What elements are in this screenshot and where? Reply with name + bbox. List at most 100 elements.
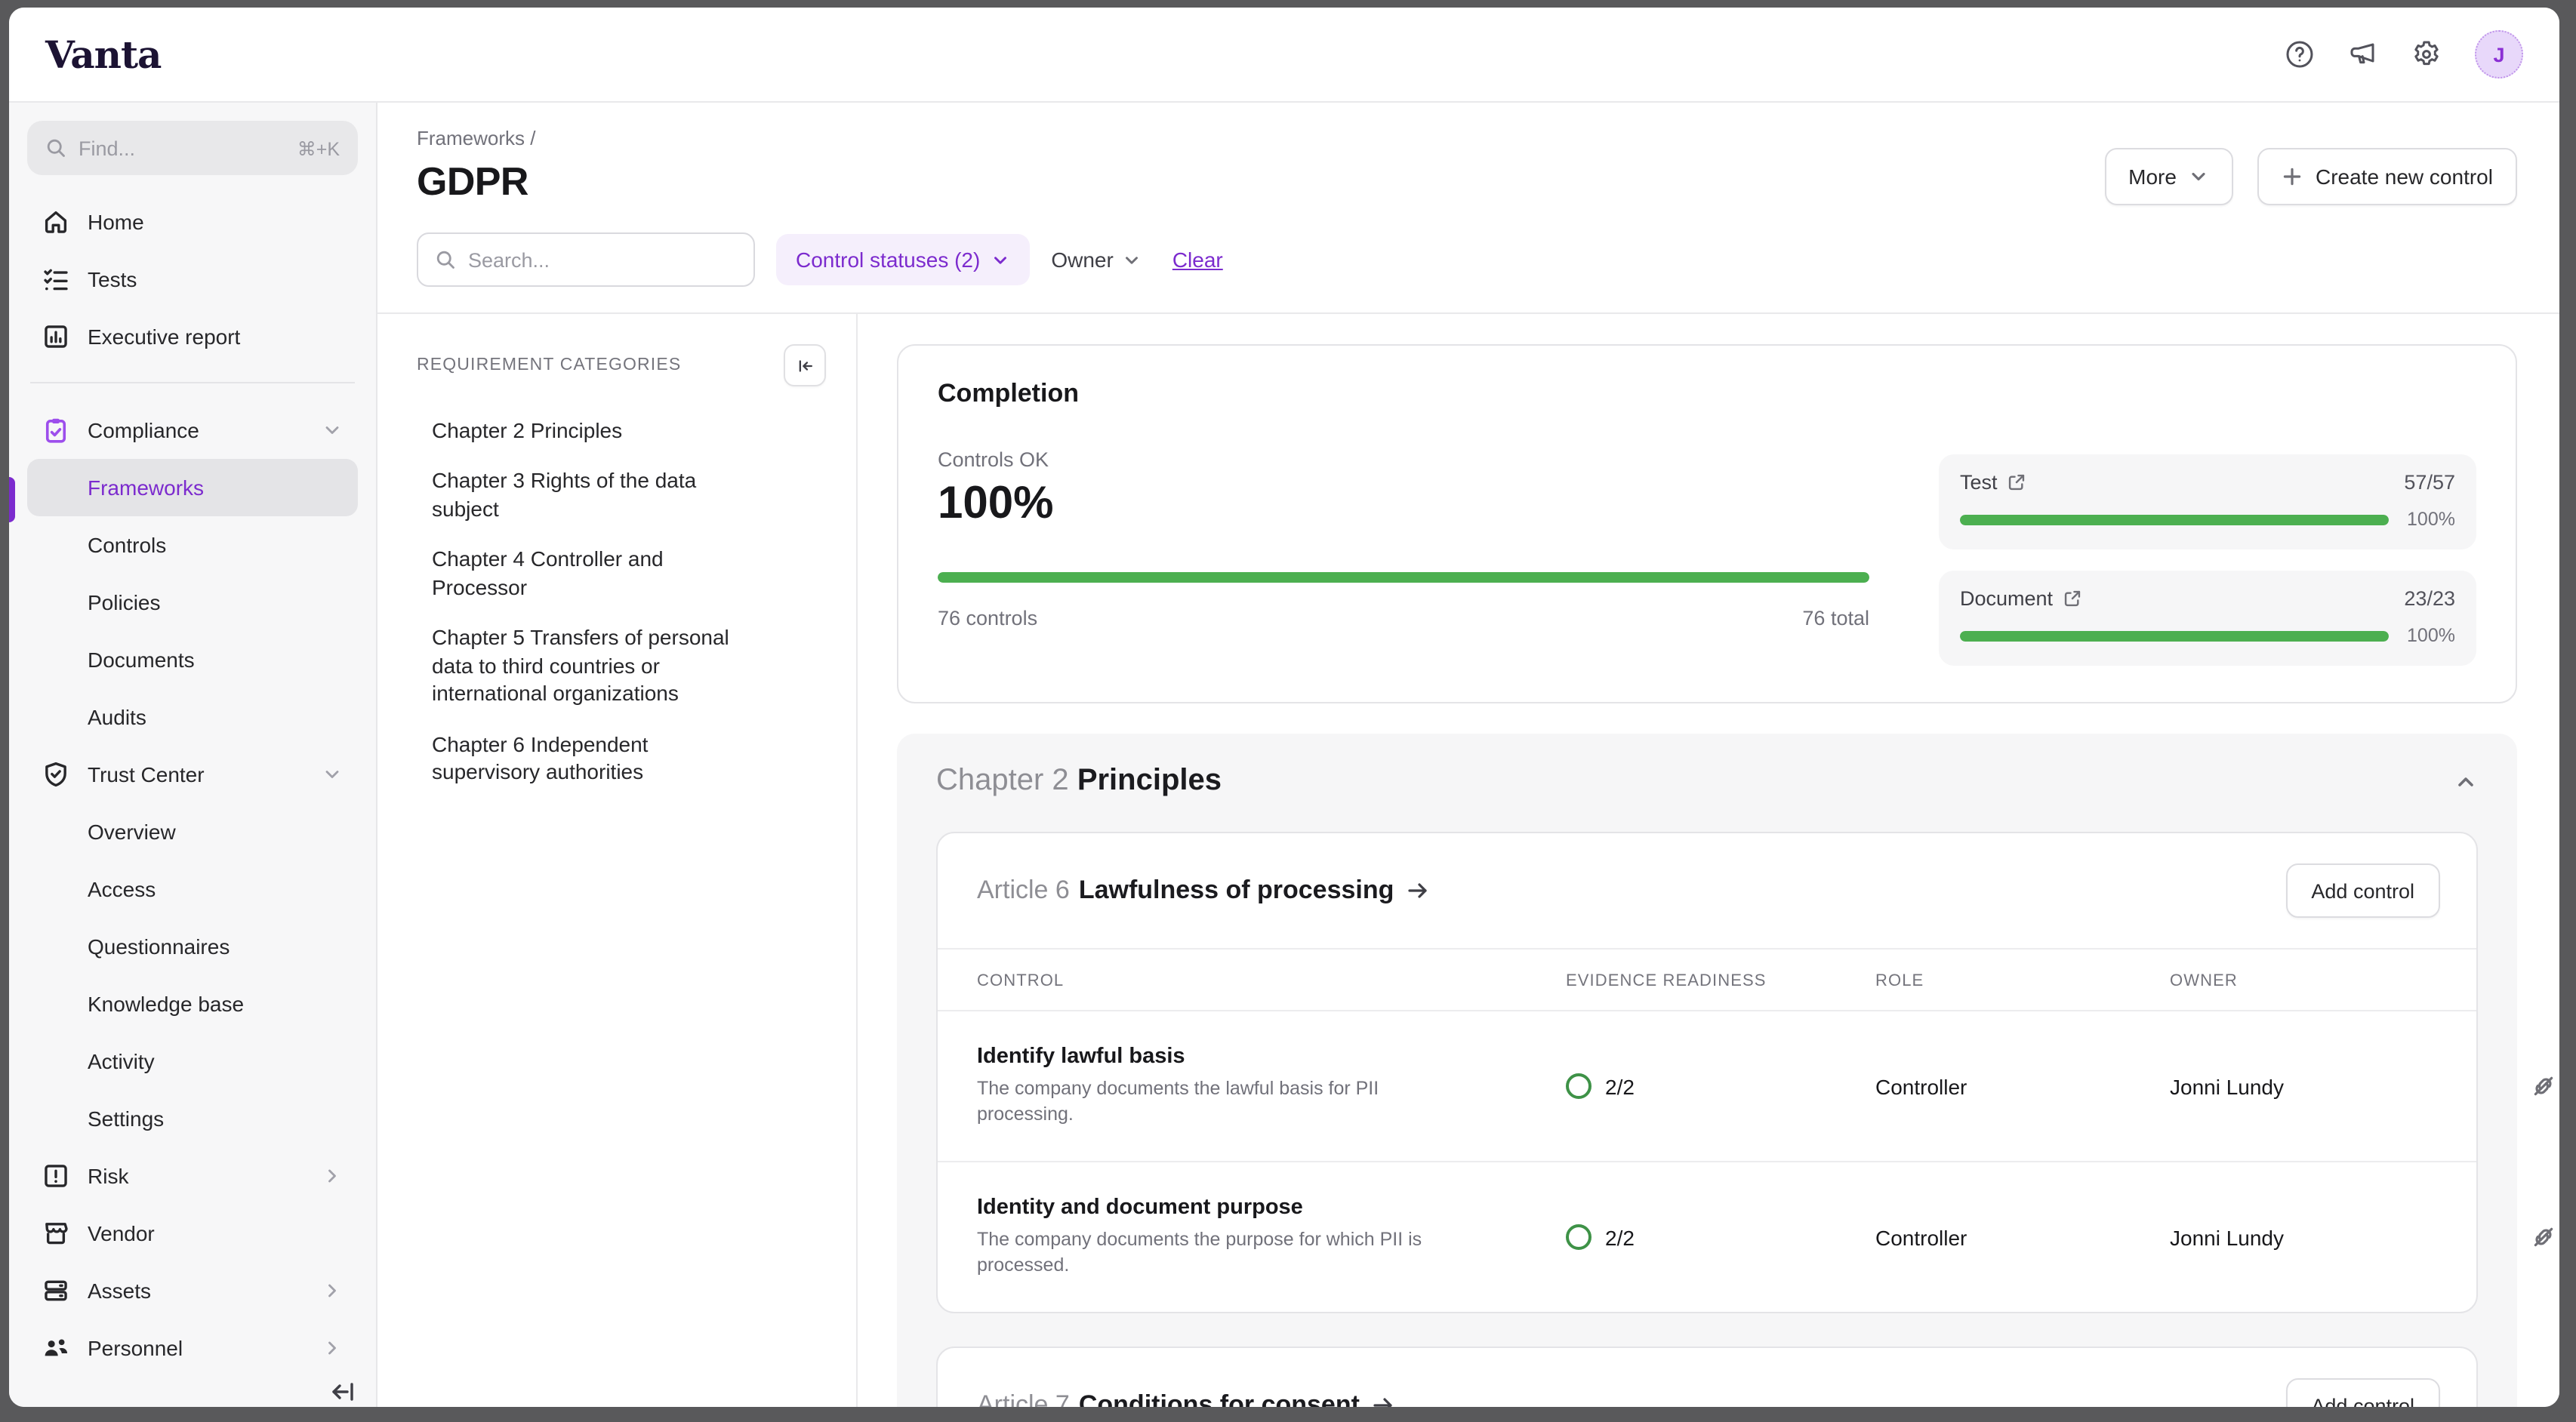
add-control-button[interactable]: Add control	[2285, 863, 2440, 918]
framework-detail-panel: Completion Controls OK 100% 76 controls …	[858, 314, 2559, 1407]
sidebar-item-frameworks[interactable]: Frameworks	[27, 459, 358, 516]
sidebar-item-compliance[interactable]: Compliance	[27, 402, 358, 459]
breadcrumb[interactable]: Frameworks /	[417, 127, 536, 149]
sidebar-item-access[interactable]: Access	[27, 860, 358, 918]
search-placeholder: Search...	[468, 248, 550, 271]
chapter-prefix: Chapter 2	[936, 764, 1069, 797]
breadcrumb-frameworks[interactable]: Frameworks	[417, 127, 525, 149]
find-placeholder: Find...	[79, 137, 135, 159]
owner-filter[interactable]: Owner	[1051, 248, 1142, 272]
control-description: The company documents the purpose for wh…	[977, 1227, 1430, 1279]
sidebar-item-label: Documents	[88, 648, 195, 672]
document-stat-label[interactable]: Document	[1960, 587, 2053, 610]
sidebar-item-documents[interactable]: Documents	[27, 631, 358, 688]
controls-total: 76 total	[1802, 607, 1869, 629]
sidebar-item-controls[interactable]: Controls	[27, 516, 358, 574]
document-stat-value: 23/23	[2404, 587, 2455, 610]
category-item[interactable]: Chapter 6 Independent supervisory author…	[432, 731, 734, 786]
external-link-icon[interactable]	[2007, 472, 2026, 492]
sidebar-item-label: Trust Center	[88, 762, 205, 786]
add-control-label: Add control	[2311, 879, 2414, 902]
unlink-icon	[2531, 1073, 2556, 1099]
article-7-title-link[interactable]: Article 7 Conditions for consent	[977, 1390, 1396, 1407]
collapse-panel-button[interactable]	[784, 344, 826, 386]
document-progress-bar	[1960, 630, 2389, 641]
shield-check-icon	[42, 761, 69, 788]
sidebar-item-overview[interactable]: Overview	[27, 803, 358, 860]
more-button[interactable]: More	[2104, 148, 2234, 205]
article-6-title-link[interactable]: Article 6 Lawfulness of processing	[977, 876, 1430, 906]
chevron-right-icon	[322, 1165, 343, 1187]
unlink-action[interactable]	[2531, 1224, 2559, 1250]
sidebar-item-trust-center[interactable]: Trust Center	[27, 746, 358, 803]
sidebar-item-personnel[interactable]: Personnel	[27, 1319, 358, 1377]
category-item[interactable]: Chapter 3 Rights of the data subject	[432, 467, 734, 523]
main-content: Frameworks / GDPR More Create new contro…	[377, 103, 2559, 1407]
control-name[interactable]: Identity and document purpose	[977, 1196, 1521, 1220]
settings-gear-icon[interactable]	[2411, 39, 2442, 69]
chevron-right-icon	[322, 1280, 343, 1301]
sidebar-item-executive-report[interactable]: Executive report	[27, 308, 358, 365]
sidebar-item-tests[interactable]: Tests	[27, 251, 358, 308]
sidebar-item-policies[interactable]: Policies	[27, 574, 358, 631]
create-new-control-button[interactable]: Create new control	[2258, 148, 2517, 205]
report-chart-icon	[42, 323, 69, 350]
completion-summary: Completion Controls OK 100% 76 controls …	[938, 379, 1869, 666]
table-row[interactable]: Identify lawful basis The company docume…	[938, 1010, 2476, 1161]
sidebar-item-label: Compliance	[88, 418, 199, 442]
control-statuses-filter[interactable]: Control statuses (2)	[776, 234, 1030, 285]
chevron-down-icon	[2189, 166, 2210, 187]
evidence-ring-icon	[1566, 1073, 1592, 1099]
chevron-up-icon[interactable]	[2454, 769, 2478, 793]
role-cell: Controller	[1875, 1225, 2170, 1249]
evidence-ring-icon	[1566, 1224, 1592, 1250]
global-search-input[interactable]: Find... ⌘+K	[27, 121, 358, 175]
sidebar-item-assets[interactable]: Assets	[27, 1262, 358, 1319]
clear-filters-link[interactable]: Clear	[1172, 248, 1223, 272]
article-title: Lawfulness of processing	[1079, 876, 1394, 906]
unlink-icon	[2531, 1224, 2556, 1250]
sidebar-item-label: Home	[88, 210, 144, 234]
sidebar-item-label: Knowledge base	[88, 992, 244, 1016]
sidebar-item-vendor[interactable]: Vendor	[27, 1205, 358, 1262]
test-stat-label[interactable]: Test	[1960, 471, 1998, 494]
column-header-role: ROLE	[1875, 950, 2170, 1010]
sidebar-item-questionnaires[interactable]: Questionnaires	[27, 918, 358, 975]
arrow-right-icon	[1372, 1393, 1396, 1407]
vanta-logo: Vanta	[45, 32, 161, 76]
help-icon[interactable]	[2285, 39, 2315, 69]
active-section-indicator	[9, 477, 15, 522]
column-header-owner: OWNER	[2170, 950, 2531, 1010]
category-item[interactable]: Chapter 4 Controller and Processor	[432, 546, 734, 602]
sidebar-item-label: Activity	[88, 1049, 155, 1073]
sidebar-item-knowledge-base[interactable]: Knowledge base	[27, 975, 358, 1033]
table-row[interactable]: Identity and document purpose The compan…	[938, 1161, 2476, 1312]
controls-ok-label: Controls OK	[938, 448, 1869, 471]
owner-cell: Jonni Lundy	[2170, 1225, 2531, 1249]
unlink-action[interactable]	[2531, 1073, 2559, 1099]
chevron-right-icon	[322, 1337, 343, 1359]
external-link-icon[interactable]	[2062, 589, 2081, 608]
announcements-icon[interactable]	[2348, 39, 2378, 69]
article-prefix: Article 6	[977, 876, 1070, 906]
controls-table-header: CONTROL EVIDENCE READINESS ROLE OWNER	[938, 948, 2476, 1010]
control-name[interactable]: Identify lawful basis	[977, 1045, 1521, 1069]
control-description: The company documents the lawful basis f…	[977, 1076, 1430, 1128]
sidebar-item-label: Assets	[88, 1279, 151, 1303]
chapter-header: Chapter 2 Principles	[936, 764, 2478, 799]
sidebar-collapse-icon[interactable]	[328, 1377, 358, 1407]
article-6-header: Article 6 Lawfulness of processing Add c…	[938, 833, 2476, 948]
evidence-count: 2/2	[1605, 1074, 1635, 1098]
category-item[interactable]: Chapter 2 Principles	[432, 417, 734, 445]
user-avatar[interactable]: J	[2475, 30, 2523, 78]
desktop-background: Vanta J Find... ⌘+K Home Tests	[0, 0, 2576, 1422]
search-input[interactable]: Search...	[417, 232, 755, 287]
category-item[interactable]: Chapter 5 Transfers of personal data to …	[432, 624, 734, 708]
sidebar-item-home[interactable]: Home	[27, 193, 358, 251]
completion-title: Completion	[938, 379, 1869, 409]
sidebar-item-activity[interactable]: Activity	[27, 1033, 358, 1090]
sidebar-item-risk[interactable]: Risk	[27, 1147, 358, 1205]
sidebar-item-audits[interactable]: Audits	[27, 688, 358, 746]
add-control-button[interactable]: Add control	[2285, 1378, 2440, 1407]
sidebar-item-settings[interactable]: Settings	[27, 1090, 358, 1147]
